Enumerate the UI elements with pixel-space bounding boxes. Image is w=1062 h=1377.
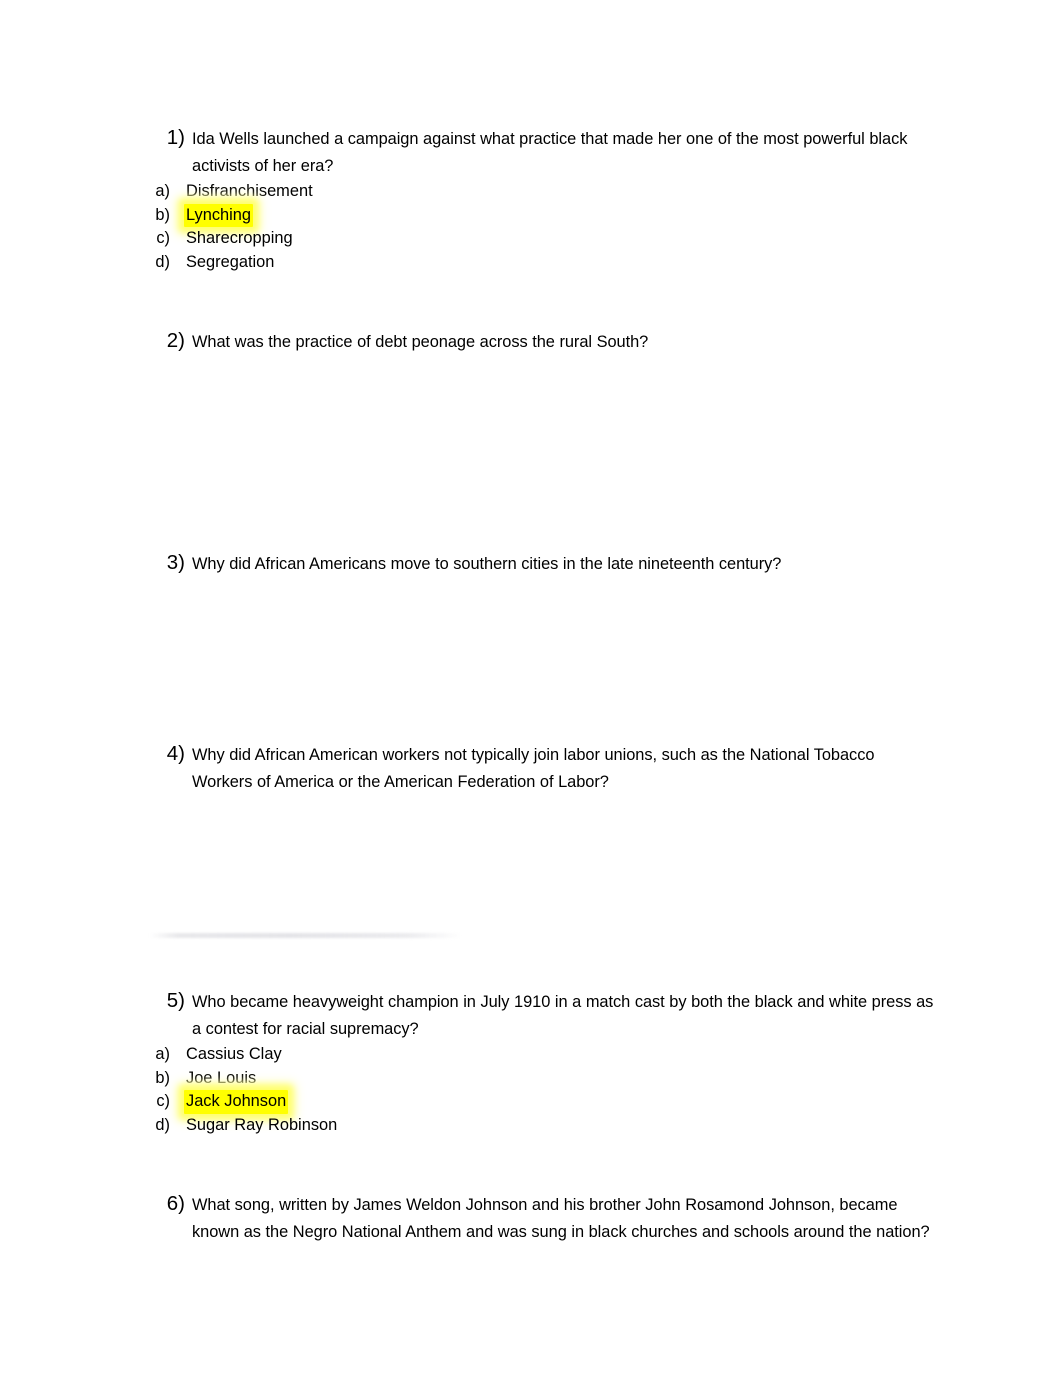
answer-option-marker: b) (155, 205, 170, 224)
answer-option[interactable]: d) Segregation (0, 251, 1062, 275)
question-row: 4) Why did African American workers not t… (0, 742, 1062, 796)
answer-option-marker: d) (155, 1115, 170, 1134)
answer-option[interactable]: c) Jack Johnson (0, 1090, 1062, 1114)
answer-option-text-highlighted: Jack Johnson (184, 1090, 289, 1114)
answer-option-marker: c) (156, 1092, 170, 1110)
answer-option-text: Segregation (186, 252, 275, 271)
question-block: 3) Why did African Americans move to sout… (0, 551, 1062, 578)
answer-option-text: Sugar Ray Robinson (186, 1115, 338, 1134)
answer-option-text: Sharecropping (186, 229, 293, 247)
answer-option-text: Joe Louis (186, 1068, 257, 1087)
answer-option-marker: d) (155, 252, 170, 271)
question-text: Why did African Americans move to southe… (192, 555, 782, 573)
answer-option[interactable]: c) Sharecropping (0, 227, 1062, 251)
question-number: 6) (166, 1192, 185, 1215)
question-number: 5) (166, 989, 185, 1012)
question-number: 3) (166, 551, 185, 574)
document-page: 1) Ida Wells launched a campaign against … (0, 0, 1062, 1377)
question-row: 1) Ida Wells launched a campaign against … (0, 126, 1062, 180)
answer-option-text-highlighted: Lynching (184, 203, 254, 227)
scan-artifact-line (150, 933, 462, 938)
question-row: 3) Why did African Americans move to sout… (0, 551, 1062, 578)
question-text: Why did African American workers not typ… (192, 746, 875, 791)
question-row: 2) What was the practice of debt peonage … (0, 329, 1062, 356)
question-block: 4) Why did African American workers not t… (0, 742, 1062, 796)
answer-option[interactable]: d) Sugar Ray Robinson (0, 1114, 1062, 1138)
question-number: 4) (166, 742, 185, 765)
question-number: 1) (166, 126, 185, 149)
answer-option[interactable]: b) Joe Louis (0, 1067, 1062, 1091)
answer-option[interactable]: a) Disfranchisement (0, 180, 1062, 204)
question-text: What was the practice of debt peonage ac… (192, 333, 649, 351)
answer-option[interactable]: b) Lynching (0, 203, 1062, 227)
answer-option-text: Cassius Clay (186, 1045, 282, 1063)
answer-option-text: Disfranchisement (186, 182, 313, 200)
answer-option-marker: a) (155, 182, 170, 200)
answer-option-marker: c) (156, 229, 170, 247)
question-row: 5) Who became heavyweight champion in Jul… (0, 989, 1062, 1043)
question-block: 2) What was the practice of debt peonage … (0, 329, 1062, 356)
question-block: 1) Ida Wells launched a campaign against … (0, 126, 1062, 274)
answer-option-marker: a) (155, 1045, 170, 1063)
question-block: 6) What song, written by James Weldon Joh… (0, 1192, 1062, 1246)
question-text: Ida Wells launched a campaign against wh… (192, 130, 908, 175)
question-text: Who became heavyweight champion in July … (192, 993, 934, 1038)
question-text: What song, written by James Weldon Johns… (192, 1196, 930, 1241)
question-number: 2) (166, 329, 185, 352)
answer-option-marker: b) (155, 1068, 170, 1087)
answer-option-list: a) Disfranchisement b) Lynching c) Sharecropp… (0, 180, 1062, 274)
answer-option[interactable]: a) Cassius Clay (0, 1043, 1062, 1067)
question-row: 6) What song, written by James Weldon Joh… (0, 1192, 1062, 1246)
question-block: 5) Who became heavyweight champion in Jul… (0, 989, 1062, 1137)
answer-option-list: a) Cassius Clay b) Joe Louis c) Jack Johnson d… (0, 1043, 1062, 1137)
